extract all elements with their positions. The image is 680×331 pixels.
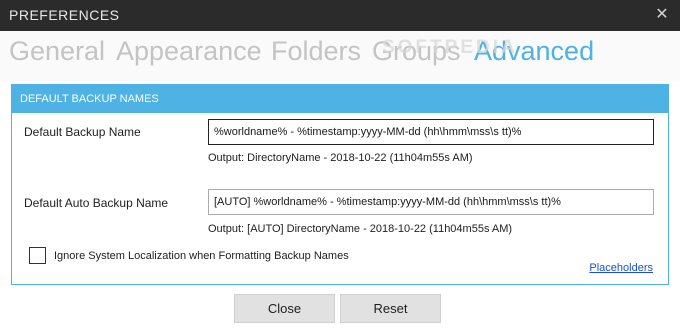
title-bar: PREFERENCES ✕ xyxy=(0,0,680,31)
default-backup-names-panel: DEFAULT BACKUP NAMES Default Backup Name… xyxy=(11,84,669,285)
default-backup-name-output: Output: DirectoryName - 2018-10-22 (11h0… xyxy=(208,152,473,164)
default-auto-backup-name-label: Default Auto Backup Name xyxy=(24,196,169,210)
ignore-localization-checkbox[interactable] xyxy=(29,247,46,264)
window-title: PREFERENCES xyxy=(9,7,120,23)
close-button[interactable]: Close xyxy=(234,294,335,323)
tab-folders[interactable]: Folders xyxy=(271,36,361,67)
panel-header-title: DEFAULT BACKUP NAMES xyxy=(20,93,159,105)
tab-general[interactable]: General xyxy=(9,36,105,67)
close-icon[interactable]: ✕ xyxy=(652,5,672,25)
softpedia-watermark: SOFTPEDIA xyxy=(382,37,518,58)
default-backup-name-input[interactable]: %worldname% - %timestamp:yyyy-MM-dd (hh\… xyxy=(208,119,654,145)
panel-header: DEFAULT BACKUP NAMES xyxy=(12,85,668,113)
placeholders-link[interactable]: Placeholders xyxy=(589,262,653,274)
default-auto-backup-name-output: Output: [AUTO] DirectoryName - 2018-10-2… xyxy=(208,223,513,235)
tab-bar: General Appearance Folders Groups Advanc… xyxy=(0,31,680,81)
ignore-localization-label: Ignore System Localization when Formatti… xyxy=(54,250,349,262)
reset-button[interactable]: Reset xyxy=(340,294,441,323)
tab-appearance[interactable]: Appearance xyxy=(116,36,262,67)
default-backup-name-label: Default Backup Name xyxy=(24,125,141,139)
default-auto-backup-name-input[interactable]: [AUTO] %worldname% - %timestamp:yyyy-MM-… xyxy=(208,189,654,215)
